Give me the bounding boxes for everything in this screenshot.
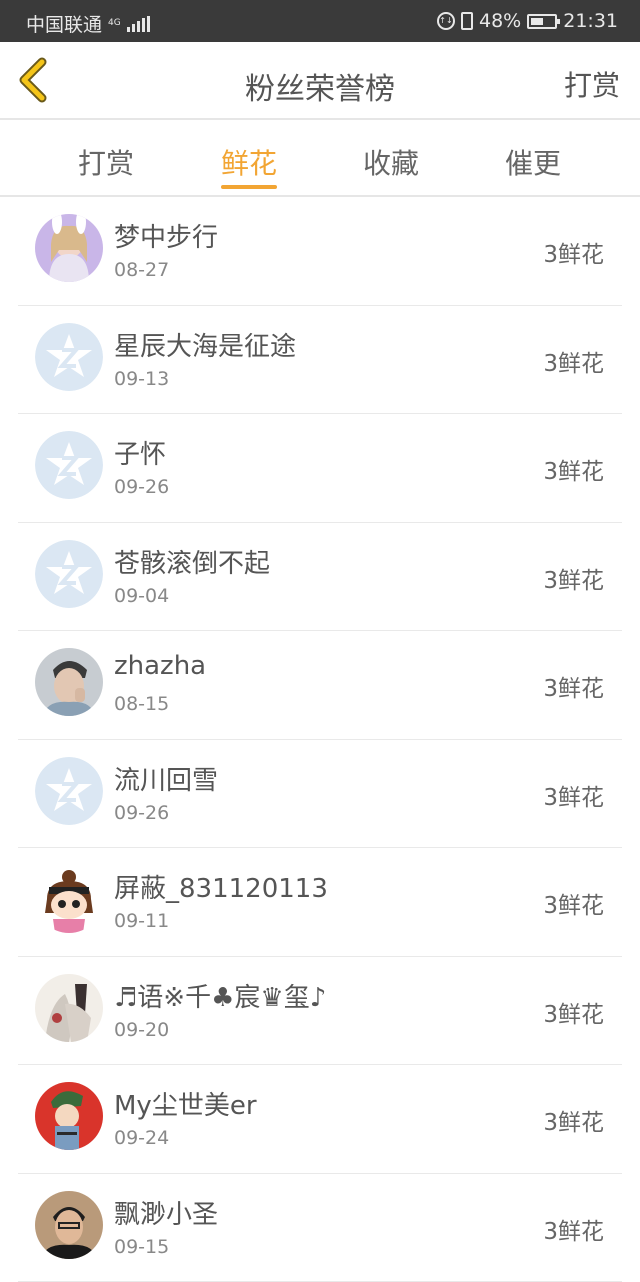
data-saver-icon: ↑↓ [437,12,455,30]
flower-count: 3鲜花 [543,344,604,378]
user-name: zhazha [114,651,206,681]
default-avatar-icon [35,431,103,499]
gift-date: 09-26 [114,476,169,498]
clock: 21:31 [563,10,618,32]
network-type: 4G [108,19,121,28]
user-name: 屏蔽_831120113 [114,868,328,905]
active-tab-indicator [221,185,277,189]
signal-icon [127,16,150,32]
status-left: 中国联通 4G [26,10,150,37]
list-item[interactable]: 星辰大海是征途 09-13 3鲜花 [18,306,622,415]
user-name: 子怀 [114,434,166,471]
battery-percent: 48% [479,10,521,32]
avatar [35,865,103,933]
gift-date: 09-20 [114,1019,169,1041]
gift-date: 08-27 [114,259,169,281]
gift-date: 09-11 [114,910,169,932]
gift-date: 08-15 [114,693,169,715]
user-name: My尘世美er [114,1085,257,1122]
avatar [35,648,103,716]
tab-favorites[interactable]: 收藏 [331,142,451,182]
list-item[interactable]: 苍骸滚倒不起 09-04 3鲜花 [18,523,622,632]
tab-reward[interactable]: 打赏 [46,142,166,182]
list-item[interactable]: 子怀 09-26 3鲜花 [18,414,622,523]
user-name: 飘渺小圣 [114,1194,218,1231]
avatar [35,1082,103,1150]
list-item[interactable]: My尘世美er 09-24 3鲜花 [18,1065,622,1174]
default-avatar-icon [35,757,103,825]
vibrate-icon [461,12,473,30]
battery-icon [527,14,557,29]
default-avatar-icon [35,323,103,391]
list-item[interactable]: 梦中步行 08-27 3鲜花 [18,197,622,306]
carrier-name: 中国联通 [26,10,102,37]
gift-date: 09-15 [114,1236,169,1258]
gift-date: 09-26 [114,802,169,824]
tab-bar: 打赏 鲜花 收藏 催更 [0,120,640,197]
page-title: 粉丝荣誉榜 [0,64,640,108]
list-item[interactable]: ♬语※千♣宸♛玺♪ 09-20 3鲜花 [18,957,622,1066]
flower-count: 3鲜花 [543,669,604,703]
user-name: 苍骸滚倒不起 [114,543,270,580]
gift-date: 09-04 [114,585,169,607]
flower-count: 3鲜花 [543,561,604,595]
user-name: ♬语※千♣宸♛玺♪ [114,977,326,1014]
flower-count: 3鲜花 [543,452,604,486]
avatar [35,214,103,282]
gift-date: 09-24 [114,1127,169,1149]
list-item[interactable]: 屏蔽_831120113 09-11 3鲜花 [18,848,622,957]
status-bar: 中国联通 4G ↑↓ 48% 21:31 [0,0,640,42]
flower-count: 3鲜花 [543,235,604,269]
flower-count: 3鲜花 [543,778,604,812]
flower-count: 3鲜花 [543,1212,604,1246]
flower-count: 3鲜花 [543,1103,604,1137]
fan-ranking-list: 梦中步行 08-27 3鲜花 星辰大海是征途 09-13 3鲜花 子怀 09-2… [18,197,622,1282]
list-item[interactable]: 飘渺小圣 09-15 3鲜花 [18,1174,622,1282]
user-name: 星辰大海是征途 [114,326,296,363]
user-name: 流川回雪 [114,760,218,797]
flower-count: 3鲜花 [543,886,604,920]
flower-count: 3鲜花 [543,995,604,1029]
reward-button[interactable]: 打赏 [564,64,620,104]
tab-flowers[interactable]: 鲜花 [189,142,309,182]
default-avatar-icon [35,540,103,608]
list-item[interactable]: 流川回雪 09-26 3鲜花 [18,740,622,849]
status-right: ↑↓ 48% 21:31 [437,10,618,32]
list-item[interactable]: zhazha 08-15 3鲜花 [18,631,622,740]
gift-date: 09-13 [114,368,169,390]
tab-urge-update[interactable]: 催更 [473,142,593,182]
app-header: 粉丝荣誉榜 打赏 [0,42,640,120]
user-name: 梦中步行 [114,217,218,254]
avatar [35,1191,103,1259]
avatar [35,974,103,1042]
